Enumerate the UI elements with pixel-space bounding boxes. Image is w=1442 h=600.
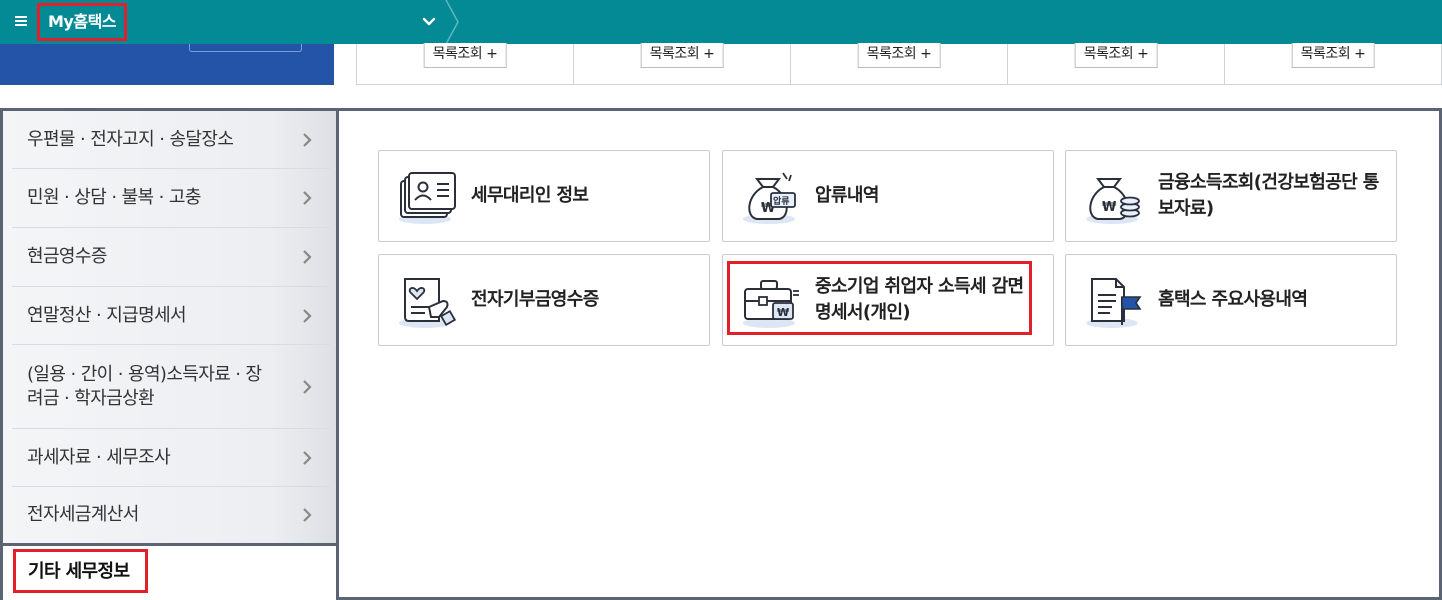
- sidebar-item-civil[interactable]: 민원 · 상담 · 불복 · 고충: [12, 169, 330, 228]
- list-query-button[interactable]: 목록조회 +: [640, 43, 724, 68]
- breadcrumb-divider: [444, 0, 462, 45]
- card-financial-income[interactable]: ₩ 금융소득조회(건강보험공단 통보자료): [1065, 150, 1397, 242]
- chevron-right-icon: [303, 379, 312, 394]
- main-content: 세무대리인 정보 ₩ 압류 압류내역 ₩ 금융소득조회(건강보험공단 통보자료): [336, 108, 1442, 600]
- panel-button[interactable]: [189, 44, 302, 52]
- list-cell: 목록조회 +: [791, 43, 1008, 84]
- money-bag-seized-icon: ₩ 압류: [743, 172, 796, 224]
- sidebar-item-income-data[interactable]: (일용 · 간이 · 용역)소득자료 · 장려금 · 학자금상환: [12, 345, 330, 429]
- top-nav-bar: My홈택스: [0, 0, 1442, 45]
- sidebar-item-year-end[interactable]: 연말정산 · 지급명세서: [12, 287, 330, 345]
- card-tax-agent-info[interactable]: 세무대리인 정보: [378, 150, 710, 242]
- card-sme-tax-reduction[interactable]: ₩ 중소기업 취업자 소득세 감면 명세서(개인): [722, 254, 1054, 346]
- briefcase-won-icon: ₩: [743, 280, 799, 328]
- sidebar-item-mail[interactable]: 우편물 · 전자고지 · 송달장소: [12, 111, 330, 169]
- sidebar-menu: 우편물 · 전자고지 · 송달장소 민원 · 상담 · 불복 · 고충 현금영수…: [0, 108, 338, 546]
- card-label: 홈택스 주요사용내역: [1158, 289, 1308, 310]
- chevron-right-icon: [303, 250, 312, 264]
- card-label: 전자기부금영수증: [471, 289, 599, 310]
- sidebar-item-label: 연말정산 · 지급명세서: [27, 304, 187, 326]
- won-sign: ₩: [1102, 200, 1117, 215]
- card-label: 압류내역: [815, 185, 879, 206]
- sidebar-item-tax-audit[interactable]: 과세자료 · 세무조사: [12, 429, 330, 487]
- brand-title[interactable]: My홈택스: [48, 12, 117, 32]
- card-hometax-usage[interactable]: 홈택스 주요사용내역: [1065, 254, 1397, 346]
- money-bag-coins-icon: ₩: [1086, 178, 1140, 224]
- sidebar-item-label: 과세자료 · 세무조사: [27, 446, 171, 468]
- chevron-down-icon[interactable]: [420, 14, 438, 30]
- sidebar-item-label: 민원 · 상담 · 불복 · 고충: [27, 187, 201, 208]
- won-sign: ₩: [777, 306, 789, 319]
- chevron-right-icon: [303, 191, 312, 205]
- card-label: 세무대리인 정보: [471, 185, 589, 206]
- seized-stamp-text: 압류: [773, 195, 790, 207]
- list-query-button[interactable]: 목록조회 +: [857, 43, 941, 68]
- document-flag-icon: [1086, 278, 1142, 328]
- card-label: 금융소득조회(건강보험공단 통보자료): [1158, 172, 1379, 219]
- sidebar-item-label: 현금영수증: [27, 246, 107, 267]
- card-seizure-history[interactable]: ₩ 압류 압류내역: [722, 150, 1054, 242]
- chevron-right-icon: [303, 450, 312, 465]
- other-tax-info-title[interactable]: 기타 세무정보: [28, 560, 130, 584]
- brand-highlight: My홈택스: [37, 3, 127, 41]
- hamburger-icon[interactable]: [14, 11, 28, 31]
- list-query-button[interactable]: 목록조회 +: [1074, 43, 1158, 68]
- card-label: 중소기업 취업자 소득세 감면 명세서(개인): [815, 276, 1024, 323]
- footer-highlight: 기타 세무정보: [13, 549, 148, 593]
- chevron-right-icon: [303, 508, 312, 522]
- sidebar-item-label: (일용 · 간이 · 용역)소득자료 · 장려금 · 학자금상환: [27, 363, 262, 409]
- list-query-button[interactable]: 목록조회 +: [423, 43, 507, 68]
- id-card-icon: [399, 172, 456, 224]
- list-cell: 목록조회 +: [357, 43, 574, 84]
- blue-summary-panel: [0, 44, 334, 85]
- chevron-right-icon: [303, 132, 312, 147]
- sidebar-item-cash-receipt[interactable]: 현금영수증: [12, 228, 330, 287]
- sidebar-item-label: 전자세금계산서: [27, 504, 139, 525]
- list-query-strip: 목록조회 + 목록조회 + 목록조회 + 목록조회 + 목록조회 +: [356, 43, 1442, 85]
- sidebar-item-e-invoice[interactable]: 전자세금계산서: [12, 487, 330, 543]
- list-cell: 목록조회 +: [1225, 43, 1441, 84]
- donation-receipt-icon: [399, 278, 457, 328]
- list-query-button[interactable]: 목록조회 +: [1291, 43, 1375, 68]
- card-donation-receipt[interactable]: 전자기부금영수증: [378, 254, 710, 346]
- sidebar-footer: 기타 세무정보: [0, 546, 338, 600]
- sidebar-item-label: 우편물 · 전자고지 · 송달장소: [27, 128, 234, 150]
- chevron-right-icon: [303, 308, 312, 323]
- list-cell: 목록조회 +: [1008, 43, 1225, 84]
- list-cell: 목록조회 +: [574, 43, 791, 84]
